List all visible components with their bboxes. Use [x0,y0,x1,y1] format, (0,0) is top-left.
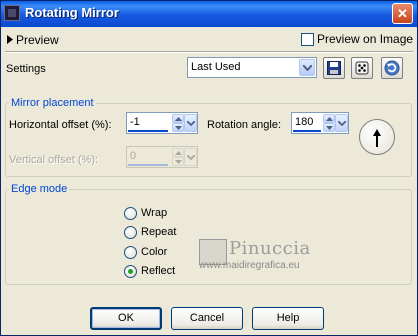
horizontal-offset-label: Horizontal offset (%): [9,119,112,131]
stepper-up-icon [172,148,184,157]
help-button[interactable]: Help [252,307,324,330]
dial-arrow-icon [373,129,381,147]
app-icon [4,5,20,21]
stepper-down-icon[interactable] [323,123,335,132]
vertical-offset-stepper [172,148,184,166]
title-bar[interactable]: Rotating Mirror ✕ [1,1,417,27]
stepper-up-icon[interactable] [323,114,335,123]
rotation-angle-slider-bar[interactable] [293,130,321,132]
horizontal-offset-stepper[interactable] [172,114,184,132]
preset-select[interactable]: Last Used [187,57,317,78]
vertical-offset-slider-bar [128,164,168,166]
window-title: Rotating Mirror [25,5,119,20]
preview-on-image-label[interactable]: Preview on Image [317,32,413,46]
stepper-up-icon[interactable] [172,114,184,123]
preset-select-value: Last Used [191,61,241,73]
randomize-dice-icon [355,61,369,75]
vertical-offset-spinner: 0 [126,146,198,168]
stepper-down-icon [172,157,184,166]
horizontal-offset-value[interactable]: -1 [130,116,140,128]
reflect-radio[interactable] [124,265,137,278]
vertical-offset-label: Vertical offset (%): [9,154,99,166]
randomize-button[interactable] [351,57,373,79]
save-preset-button[interactable] [323,57,345,79]
color-radio[interactable] [124,246,137,259]
wrap-label[interactable]: Wrap [141,207,167,219]
settings-label: Settings [6,63,46,75]
cancel-button[interactable]: Cancel [171,307,243,330]
reset-icon [384,60,400,76]
mirror-placement-title: Mirror placement [9,97,96,109]
dialog-window: Rotating Mirror ✕ Preview Preview on Ima… [0,0,418,336]
edge-mode-title: Edge mode [9,183,70,195]
reflect-label[interactable]: Reflect [141,265,175,277]
watermark-name: Pinuccia [229,238,311,259]
rotation-angle-spinner[interactable]: 180 [291,112,349,134]
repeat-radio[interactable] [124,226,137,239]
save-preset-icon [327,61,341,75]
radio-selected-dot [128,269,133,274]
vertical-offset-value: 0 [130,150,137,162]
horizontal-offset-spinner[interactable]: -1 [126,112,198,134]
rotation-angle-dial[interactable] [359,119,395,155]
separator [5,51,413,53]
rotation-angle-label: Rotation angle: [207,119,281,131]
rotation-angle-stepper[interactable] [323,114,335,132]
wrap-radio[interactable] [124,207,137,220]
rotation-angle-value[interactable]: 180 [295,116,313,128]
watermark: Pinuccia www.maidiregrafica.eu [199,238,329,275]
chevron-down-icon[interactable] [335,114,348,132]
chevron-down-icon [184,148,197,166]
ok-button[interactable]: OK [90,307,162,330]
preview-label: Preview [16,33,59,47]
chevron-down-icon[interactable] [184,114,197,132]
horizontal-offset-slider-bar[interactable] [128,130,168,132]
reset-button[interactable] [381,57,403,79]
expand-triangle-icon [7,35,13,44]
repeat-label[interactable]: Repeat [141,226,176,238]
close-button[interactable]: ✕ [392,3,413,24]
watermark-url: www.maidiregrafica.eu [199,260,300,271]
stepper-down-icon[interactable] [172,123,184,132]
preview-on-image-checkbox[interactable] [301,33,314,46]
color-label[interactable]: Color [141,246,167,258]
chevron-down-icon[interactable] [299,59,315,76]
